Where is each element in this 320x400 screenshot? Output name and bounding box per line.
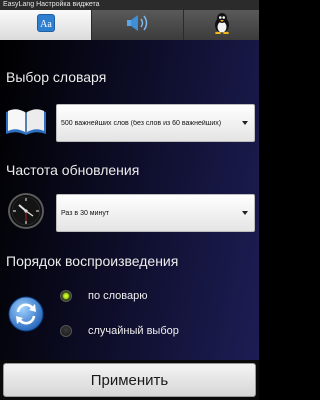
- clock-icon: [6, 191, 46, 231]
- radio-button-unchecked[interactable]: [60, 325, 72, 337]
- radio-label: по словарю: [88, 290, 148, 302]
- open-book-icon: [4, 104, 48, 140]
- tux-icon: [213, 12, 231, 39]
- tab-bar: Aa: [0, 10, 259, 40]
- dictionary-section-title: Выбор словаря: [6, 69, 107, 85]
- window-title: EasyLang Настройка виджета: [0, 0, 259, 10]
- svg-text:Aa: Aa: [40, 19, 52, 30]
- tab-about[interactable]: [184, 10, 259, 40]
- frequency-section-title: Частота обновления: [6, 162, 140, 178]
- settings-panel: Выбор словаря 500 важнейших слов (без сл…: [0, 40, 259, 360]
- chevron-down-icon: [242, 121, 248, 125]
- radio-option-random[interactable]: случайный выбор: [60, 325, 179, 337]
- chevron-down-icon: [242, 211, 248, 215]
- dictionary-select-value: 500 важнейших слов (без слов из 60 важне…: [61, 119, 222, 127]
- apply-button[interactable]: Применить: [3, 363, 256, 397]
- frequency-select[interactable]: Раз в 30 минут: [56, 194, 255, 232]
- tab-dictionary[interactable]: Aa: [0, 10, 92, 40]
- radio-button-checked[interactable]: [60, 290, 72, 302]
- playback-section-title: Порядок воспроизведения: [6, 253, 179, 269]
- dictionary-select[interactable]: 500 важнейших слов (без слов из 60 важне…: [56, 104, 255, 142]
- tab-sound[interactable]: [92, 10, 184, 40]
- speaker-icon: [125, 13, 151, 38]
- radio-option-dictionary-order[interactable]: по словарю: [60, 290, 148, 302]
- refresh-icon: [8, 296, 44, 332]
- radio-label: случайный выбор: [88, 325, 179, 337]
- footer: Применить: [0, 360, 259, 400]
- dictionary-icon: Aa: [36, 13, 56, 38]
- frequency-select-value: Раз в 30 минут: [61, 209, 110, 217]
